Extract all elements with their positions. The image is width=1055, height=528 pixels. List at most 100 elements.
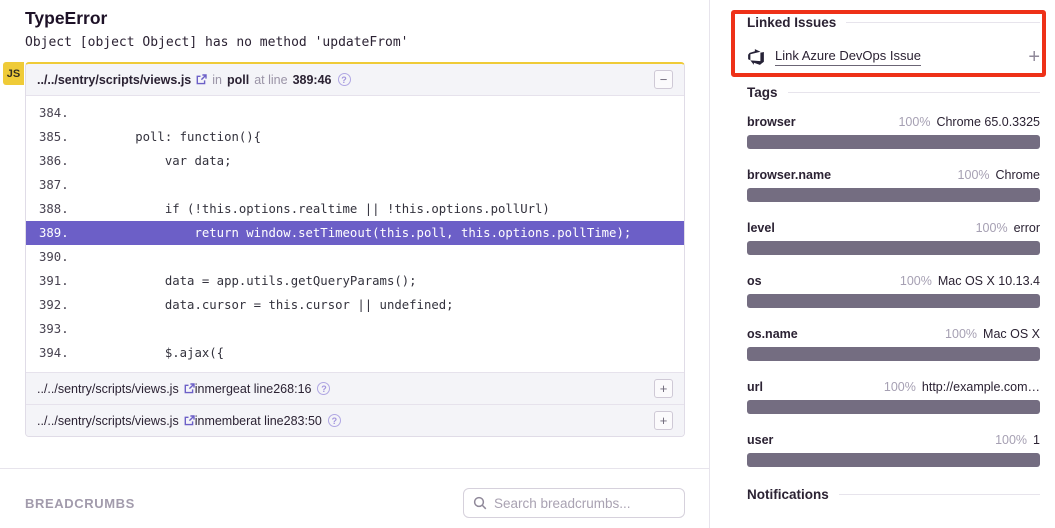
stack-frame-header-merge[interactable]: ../../sentry/scripts/views.js in merge a… — [26, 372, 684, 404]
tag-distribution-bar[interactable] — [747, 294, 1040, 308]
tag-distribution-bar[interactable] — [747, 188, 1040, 202]
expand-frame-button[interactable]: + — [654, 379, 673, 398]
tag-value: Mac OS X 10.13.4 — [938, 274, 1040, 288]
tag-distribution-bar[interactable] — [747, 347, 1040, 361]
stack-frame-header-member[interactable]: ../../sentry/scripts/views.js in member … — [26, 404, 684, 436]
collapse-frame-button[interactable]: − — [654, 70, 673, 89]
tag-key: user — [747, 433, 773, 447]
code-text: poll: function(){ — [76, 130, 261, 144]
header-rule — [839, 494, 1040, 495]
tag-head: os.name 100% Mac OS X — [747, 327, 1040, 341]
tag-head: user100%1 — [747, 433, 1040, 447]
tag-distribution-bar[interactable] — [747, 135, 1040, 149]
code-line: 393. — [26, 317, 684, 341]
frame-file-path: ../../sentry/scripts/views.js — [37, 73, 191, 87]
frame-function: poll — [227, 73, 249, 87]
breadcrumbs-search[interactable] — [463, 488, 685, 518]
tag-value: http://example.com… — [922, 380, 1040, 394]
tag-head: browser.name 100% Chrome — [747, 168, 1040, 182]
notifications-title: Notifications — [747, 487, 829, 502]
tag-row-level[interactable]: level 100% error — [747, 221, 1040, 255]
tag-row-os[interactable]: os100%Mac OS X 10.13.4 — [747, 274, 1040, 308]
tag-key: url — [747, 380, 763, 394]
tag-percent: 100% — [976, 221, 1008, 235]
line-number: 386. — [26, 154, 76, 168]
line-number: 387. — [26, 178, 76, 192]
add-linked-issue-button[interactable]: + — [1028, 48, 1040, 66]
tag-distribution-bar[interactable] — [747, 400, 1040, 414]
search-breadcrumbs-input[interactable] — [494, 496, 675, 511]
in-label: in — [212, 73, 222, 87]
tag-distribution-bar[interactable] — [747, 241, 1040, 255]
link-azure-devops-issue-link[interactable]: Link Azure DevOps Issue — [775, 48, 921, 66]
code-line: 390. — [26, 245, 684, 269]
tag-head: browser100%Chrome 65.0.3325 — [747, 115, 1040, 129]
tag-key: level — [747, 221, 775, 235]
search-icon — [473, 496, 487, 510]
help-icon[interactable]: ? — [338, 73, 351, 86]
tag-value: 1 — [1033, 433, 1040, 447]
external-link-icon[interactable] — [196, 74, 207, 85]
help-icon[interactable]: ? — [317, 382, 330, 395]
linked-issues-title: Linked Issues — [747, 15, 836, 30]
code-line: 385. poll: function(){ — [26, 125, 684, 149]
tag-distribution-bar[interactable] — [747, 453, 1040, 467]
code-text: data = app.utils.getQueryParams(); — [76, 274, 417, 288]
tag-value: Chrome — [996, 168, 1040, 182]
issue-detail-page: TypeError Object [object Object] has no … — [0, 0, 1055, 528]
expand-frame-button[interactable]: + — [654, 411, 673, 430]
external-link-icon[interactable] — [184, 383, 195, 394]
frame-line-number: 283:50 — [284, 414, 322, 428]
stack-frame-header-poll[interactable]: ../../sentry/scripts/views.js in poll at… — [26, 64, 684, 96]
line-number: 384. — [26, 106, 76, 120]
frame-file-path: ../../sentry/scripts/views.js — [37, 414, 179, 428]
frame-file-path: ../../sentry/scripts/views.js — [37, 382, 179, 396]
tags-title: Tags — [747, 85, 778, 100]
code-context: 384.385. poll: function(){386. var data;… — [26, 96, 684, 372]
tag-row-browser.name[interactable]: browser.name 100% Chrome — [747, 168, 1040, 202]
section-divider — [0, 468, 709, 469]
tag-row-os.name[interactable]: os.name 100% Mac OS X — [747, 327, 1040, 361]
stack-trace-card: JS ../../sentry/scripts/views.js in poll… — [25, 62, 685, 437]
frame-line-number: 268:16 — [273, 382, 311, 396]
line-number: 392. — [26, 298, 76, 312]
tag-row-browser[interactable]: browser100%Chrome 65.0.3325 — [747, 115, 1040, 149]
linked-issues-header: Linked Issues — [747, 14, 1040, 31]
code-text: var data; — [76, 154, 231, 168]
tag-head: url100%http://example.com… — [747, 380, 1040, 394]
external-link-icon[interactable] — [184, 415, 195, 426]
help-icon[interactable]: ? — [328, 414, 341, 427]
tag-value: error — [1014, 221, 1040, 235]
tag-key: browser.name — [747, 168, 831, 182]
sidebar: Linked Issues Link Azure DevOps Issue + … — [709, 0, 1055, 528]
line-number: 393. — [26, 322, 76, 336]
tag-percent: 100% — [945, 327, 977, 341]
code-line: 384. — [26, 101, 684, 125]
tag-value: Mac OS X — [983, 327, 1040, 341]
linked-issues-row: Link Azure DevOps Issue + — [747, 46, 1040, 68]
code-line-highlighted: 389. return window.setTimeout(this.poll,… — [26, 221, 684, 245]
at-line-label: at line — [250, 414, 283, 428]
breadcrumbs-title: BREADCRUMBS — [25, 496, 135, 511]
tag-row-user[interactable]: user100%1 — [747, 433, 1040, 467]
line-number: 385. — [26, 130, 76, 144]
frame-function: merge — [204, 382, 239, 396]
at-line-label: at line — [240, 382, 273, 396]
tags-header: Tags — [747, 84, 1040, 101]
at-line-label: at line — [254, 73, 287, 87]
code-text: return window.setTimeout(this.poll, this… — [76, 226, 631, 240]
code-text: if (!this.options.realtime || !this.opti… — [76, 202, 550, 216]
platform-js-badge: JS — [3, 62, 24, 85]
tag-key: os.name — [747, 327, 798, 341]
line-number: 388. — [26, 202, 76, 216]
tag-head: os100%Mac OS X 10.13.4 — [747, 274, 1040, 288]
notifications-header: Notifications — [747, 486, 1040, 503]
tag-percent: 100% — [898, 115, 930, 129]
tag-row-url[interactable]: url100%http://example.com… — [747, 380, 1040, 414]
code-line: 387. — [26, 173, 684, 197]
tag-head: level 100% error — [747, 221, 1040, 235]
frame-line-number: 389:46 — [293, 73, 332, 87]
tag-percent: 100% — [958, 168, 990, 182]
code-text: data.cursor = this.cursor || undefined; — [76, 298, 454, 312]
tag-value: Chrome 65.0.3325 — [936, 115, 1040, 129]
